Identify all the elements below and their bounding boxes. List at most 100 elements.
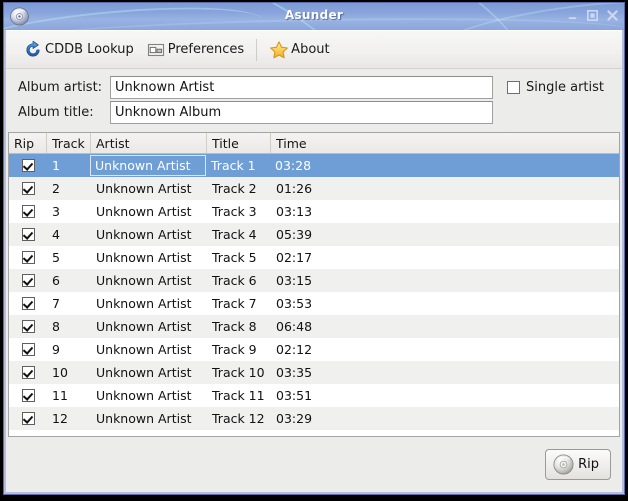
column-header-time[interactable]: Time <box>271 133 619 153</box>
title-cell[interactable]: Track 1 <box>206 154 270 177</box>
track-number-cell[interactable]: 11 <box>47 384 91 407</box>
artist-cell[interactable]: Unknown Artist <box>91 315 207 338</box>
rip-checkbox[interactable] <box>21 297 35 310</box>
title-cell[interactable]: Track 11 <box>207 384 271 407</box>
rip-cell[interactable] <box>9 338 47 361</box>
time-cell[interactable]: 03:53 <box>271 292 619 315</box>
rip-cell[interactable] <box>9 407 47 430</box>
track-number-cell[interactable]: 9 <box>47 338 91 361</box>
rip-cell[interactable] <box>9 177 47 200</box>
time-cell[interactable]: 02:12 <box>271 338 619 361</box>
rip-checkbox[interactable] <box>21 274 35 287</box>
rip-checkbox[interactable] <box>21 251 35 264</box>
rip-checkbox[interactable] <box>21 182 35 195</box>
rip-cell[interactable] <box>9 315 47 338</box>
column-header-rip[interactable]: Rip <box>9 133 47 153</box>
time-cell[interactable]: 03:51 <box>271 384 619 407</box>
track-number-cell[interactable]: 4 <box>47 223 91 246</box>
artist-cell[interactable]: Unknown Artist <box>91 246 207 269</box>
artist-cell[interactable]: Unknown Artist <box>91 338 207 361</box>
preferences-button[interactable]: Preferences <box>142 36 252 64</box>
column-header-title[interactable]: Title <box>207 133 271 153</box>
table-row[interactable]: 12 Unknown Artist Track 12 03:29 <box>9 407 619 430</box>
table-row[interactable]: 7 Unknown Artist Track 7 03:53 <box>9 292 619 315</box>
album-title-input[interactable]: Unknown Album <box>110 101 493 124</box>
rip-button[interactable]: Rip <box>545 449 611 480</box>
rip-cell[interactable] <box>9 200 47 223</box>
minimize-button[interactable] <box>566 9 579 22</box>
title-cell[interactable]: Track 3 <box>207 200 271 223</box>
artist-cell[interactable]: Unknown Artist <box>91 292 207 315</box>
title-cell[interactable]: Track 2 <box>207 177 271 200</box>
cddb-lookup-button[interactable]: CDDB Lookup <box>19 36 142 64</box>
time-cell[interactable]: 03:28 <box>270 154 619 177</box>
time-cell[interactable]: 03:29 <box>271 407 619 430</box>
artist-cell[interactable]: Unknown Artist <box>91 384 207 407</box>
artist-cell[interactable]: Unknown Artist <box>91 407 207 430</box>
rip-checkbox[interactable] <box>21 228 35 241</box>
artist-cell[interactable]: Unknown Artist <box>91 200 207 223</box>
time-cell[interactable]: 03:13 <box>271 200 619 223</box>
table-row[interactable]: 5 Unknown Artist Track 5 02:17 <box>9 246 619 269</box>
track-number-cell[interactable]: 7 <box>47 292 91 315</box>
table-row[interactable]: 1 Unknown Artist Track 1 03:28 <box>9 154 619 177</box>
single-artist-checkbox[interactable]: Single artist <box>507 80 604 95</box>
rip-cell[interactable] <box>9 384 47 407</box>
table-row[interactable]: 6 Unknown Artist Track 6 03:15 <box>9 269 619 292</box>
time-cell[interactable]: 02:17 <box>271 246 619 269</box>
table-row[interactable]: 10 Unknown Artist Track 10 03:35 <box>9 361 619 384</box>
rip-checkbox[interactable] <box>21 343 35 356</box>
column-header-artist[interactable]: Artist <box>91 133 207 153</box>
track-number-cell[interactable]: 1 <box>47 154 91 177</box>
time-cell[interactable]: 03:15 <box>271 269 619 292</box>
table-row[interactable]: 2 Unknown Artist Track 2 01:26 <box>9 177 619 200</box>
title-cell[interactable]: Track 7 <box>207 292 271 315</box>
artist-cell[interactable]: Unknown Artist <box>91 223 207 246</box>
rip-cell[interactable] <box>9 361 47 384</box>
track-number-cell[interactable]: 12 <box>47 407 91 430</box>
close-button[interactable] <box>606 9 619 22</box>
track-number-cell[interactable]: 8 <box>47 315 91 338</box>
track-number-cell[interactable]: 10 <box>47 361 91 384</box>
table-row[interactable]: 11 Unknown Artist Track 11 03:51 <box>9 384 619 407</box>
table-row[interactable]: 9 Unknown Artist Track 9 02:12 <box>9 338 619 361</box>
title-cell[interactable]: Track 9 <box>207 338 271 361</box>
rip-cell[interactable] <box>9 154 47 177</box>
table-row[interactable]: 3 Unknown Artist Track 3 03:13 <box>9 200 619 223</box>
track-number-cell[interactable]: 2 <box>47 177 91 200</box>
rip-cell[interactable] <box>9 223 47 246</box>
rip-cell[interactable] <box>9 292 47 315</box>
single-artist-checkbox-box[interactable] <box>507 81 520 94</box>
title-cell[interactable]: Track 6 <box>207 269 271 292</box>
time-cell[interactable]: 06:48 <box>271 315 619 338</box>
maximize-button[interactable] <box>586 9 599 22</box>
rip-checkbox[interactable] <box>21 389 35 402</box>
rip-checkbox[interactable] <box>21 366 35 379</box>
title-bar[interactable]: Asunder <box>4 3 624 30</box>
artist-cell[interactable]: Unknown Artist <box>91 177 207 200</box>
column-header-track[interactable]: Track <box>47 133 91 153</box>
track-number-cell[interactable]: 5 <box>47 246 91 269</box>
title-cell[interactable]: Track 8 <box>207 315 271 338</box>
title-cell[interactable]: Track 12 <box>207 407 271 430</box>
about-button[interactable]: About <box>265 36 337 64</box>
artist-cell[interactable]: Unknown Artist <box>91 361 207 384</box>
album-artist-input[interactable]: Unknown Artist <box>110 76 493 99</box>
track-number-cell[interactable]: 6 <box>47 269 91 292</box>
time-cell[interactable]: 01:26 <box>271 177 619 200</box>
rip-checkbox[interactable] <box>21 412 35 425</box>
rip-checkbox[interactable] <box>21 205 35 218</box>
rip-checkbox[interactable] <box>21 159 35 172</box>
title-cell[interactable]: Track 5 <box>207 246 271 269</box>
title-cell[interactable]: Track 4 <box>207 223 271 246</box>
track-number-cell[interactable]: 3 <box>47 200 91 223</box>
artist-cell[interactable]: Unknown Artist <box>91 269 207 292</box>
time-cell[interactable]: 05:39 <box>271 223 619 246</box>
rip-cell[interactable] <box>9 269 47 292</box>
title-cell[interactable]: Track 10 <box>207 361 271 384</box>
table-row[interactable]: 4 Unknown Artist Track 4 05:39 <box>9 223 619 246</box>
table-row[interactable]: 8 Unknown Artist Track 8 06:48 <box>9 315 619 338</box>
artist-cell[interactable]: Unknown Artist <box>90 155 206 176</box>
rip-checkbox[interactable] <box>21 320 35 333</box>
rip-cell[interactable] <box>9 246 47 269</box>
